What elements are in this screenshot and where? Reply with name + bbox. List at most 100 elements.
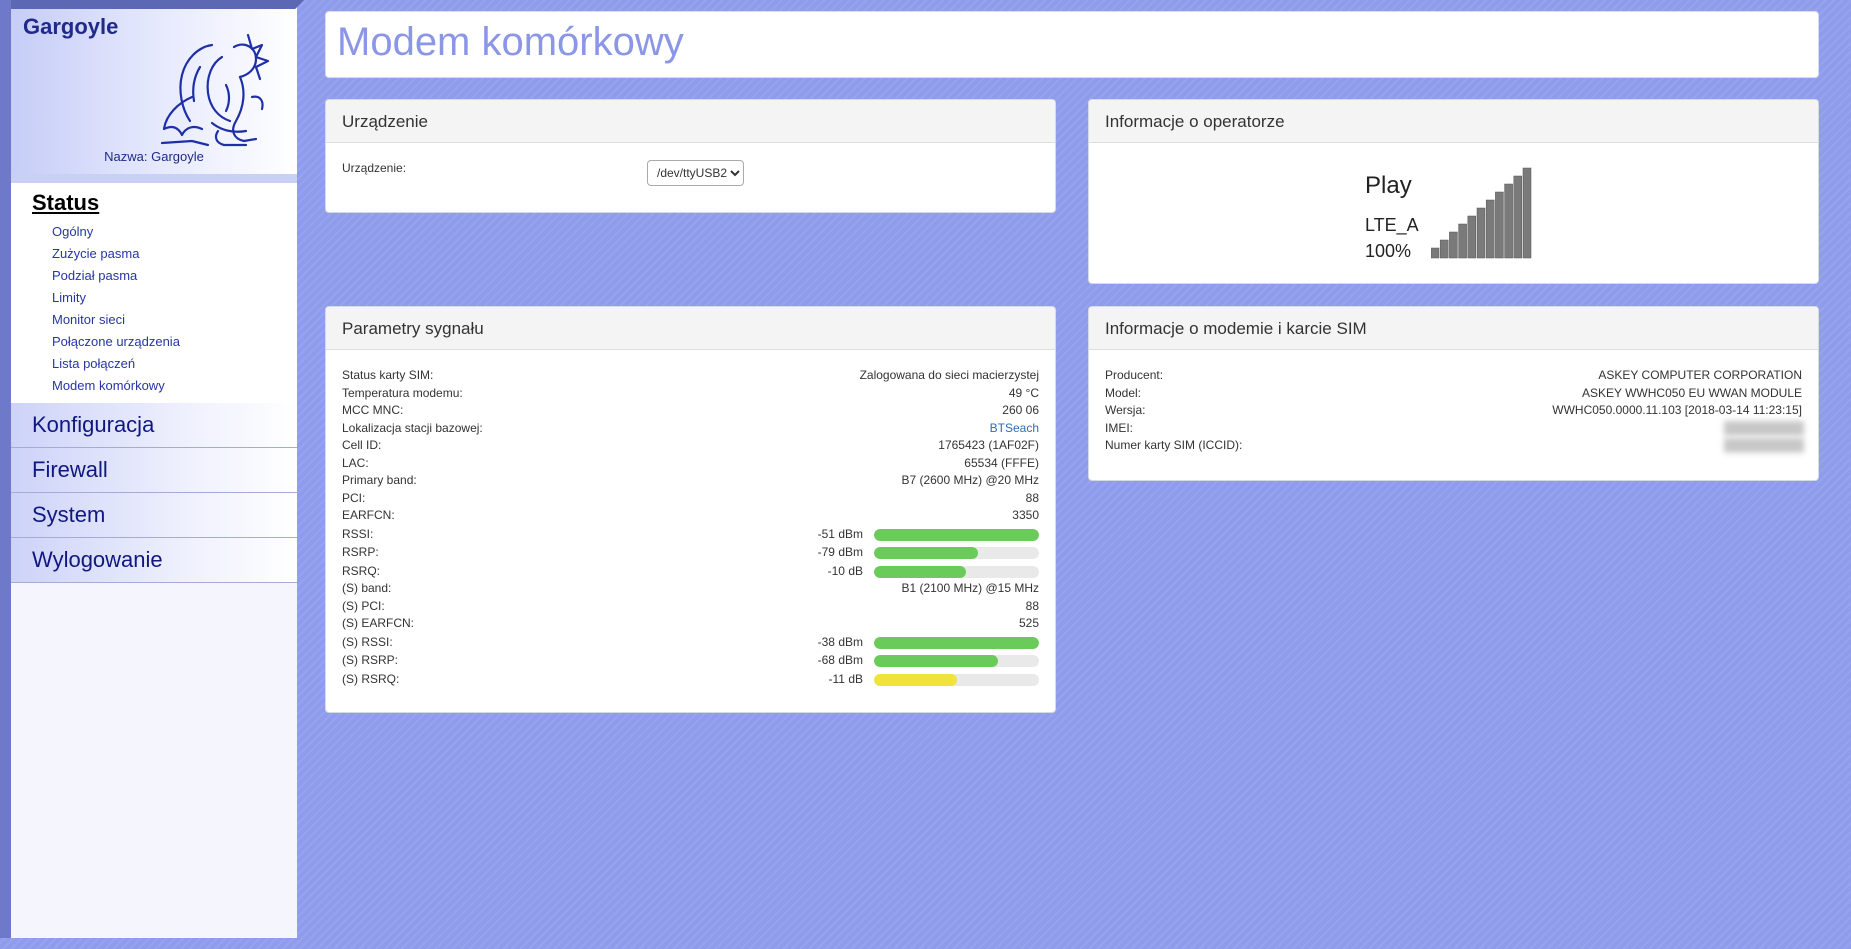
signal-row-label: LAC:	[342, 455, 369, 470]
signal-bar	[1431, 247, 1440, 259]
modem-row-imei: IMEI: ████████████	[1105, 420, 1804, 438]
signal-row-value: B1 (2100 MHz) @15 MHz	[901, 581, 1039, 595]
signal-row-value: 260 06	[1002, 403, 1039, 417]
signal-row-value: B7 (2600 MHz) @20 MHz	[901, 473, 1039, 487]
redacted-value: ████████████	[1723, 438, 1804, 452]
signal-bar	[1476, 207, 1486, 259]
signal-row-s-earfcn: (S) EARFCN: 525	[342, 615, 1039, 633]
menu-item-system[interactable]: System	[11, 493, 297, 538]
signal-row-label: Primary band:	[342, 473, 417, 487]
redacted-value: ████████████	[1723, 420, 1804, 435]
signal-row-s-rsrq: (S) RSRQ: -11 dB	[342, 670, 1039, 689]
signal-bar	[1458, 223, 1467, 259]
submenu-item-modem-komorkowy[interactable]: Modem komórkowy	[52, 375, 180, 397]
modem-row-numer-karty-sim-iccid: Numer karty SIM (ICCID): ████████████	[1105, 437, 1804, 455]
menu-item-firewall[interactable]: Firewall	[11, 448, 297, 493]
signal-row-label: MCC MNC:	[342, 403, 404, 417]
signal-row-label: (S) RSRP:	[342, 653, 399, 667]
signal-panel: Parametry sygnału Status karty SIM: Zalog…	[325, 306, 1056, 713]
modem-row-model: Model: ASKEY WWHC050 EU WWAN MODULE	[1105, 385, 1802, 403]
modem-row-wersja: Wersja: WWHC050.0000.11.103 [2018-03-14 1…	[1105, 402, 1802, 420]
menu-status-heading[interactable]: Status	[32, 190, 99, 216]
signal-row-value: 49 °C	[1008, 385, 1039, 400]
signal-row-label: RSRQ:	[342, 563, 381, 578]
bts-search-link[interactable]: BTSeach	[990, 420, 1039, 438]
signal-row-label: Status karty SIM:	[342, 368, 434, 382]
menu-item-konfiguracja[interactable]: Konfiguracja	[11, 403, 297, 448]
modem-row-label: Numer karty SIM (ICCID):	[1105, 438, 1243, 452]
page-title: Modem komórkowy	[337, 20, 684, 64]
submenu-item-ogolny[interactable]: Ogólny	[52, 221, 180, 243]
device-name-caption: Nazwa: Gargoyle	[104, 149, 204, 164]
signal-row-mcc-mnc: MCC MNC: 260 06	[342, 402, 1039, 420]
signal-bar	[1485, 199, 1495, 259]
signal-row-primary-band: Primary band: B7 (2600 MHz) @20 MHz	[342, 472, 1039, 490]
operator-panel: Informacje o operatorze Play LTE_A 100%	[1088, 99, 1819, 284]
signal-row-label: Cell ID:	[342, 438, 382, 452]
signal-row-rsrq: RSRQ: -10 dB	[342, 562, 1039, 581]
signal-level-fill	[874, 636, 1039, 649]
signal-bar	[1449, 231, 1458, 259]
signal-level-bar	[874, 565, 1039, 578]
signal-level-bar	[874, 528, 1039, 541]
status-submenu: Ogólny Zużycie pasma Podział pasma Limit…	[52, 221, 180, 397]
signal-level-fill	[874, 528, 1039, 541]
signal-row-label: (S) band:	[342, 581, 392, 595]
signal-row-earfcn: EARFCN: 3350	[342, 507, 1039, 525]
signal-level-bar	[874, 673, 1039, 686]
signal-row-value: 88	[1025, 598, 1039, 613]
signal-row-label: RSSI:	[342, 526, 374, 541]
submenu-item-zuzycie-pasma[interactable]: Zużycie pasma	[52, 243, 180, 265]
signal-level-fill	[874, 547, 978, 559]
modem-row-value: ASKEY COMPUTER CORPORATION	[1598, 368, 1802, 382]
signal-percent: 100%	[1365, 241, 1412, 261]
operator-panel-title: Informacje o operatorze	[1089, 100, 1818, 143]
submenu-item-lista-polaczen[interactable]: Lista połączeń	[52, 353, 180, 375]
submenu-item-polaczone-urzadzenia[interactable]: Połączone urządzenia	[52, 331, 180, 353]
signal-row-label: PCI:	[342, 490, 366, 505]
signal-level-bar	[874, 547, 1039, 559]
modem-info-list: Producent: ASKEY COMPUTER CORPORATION Mode…	[1105, 367, 1804, 455]
signal-row-value: Zalogowana do sieci macierzystej	[859, 368, 1039, 382]
signal-row-label: (S) PCI:	[342, 598, 385, 613]
device-label: Urządzenie:	[342, 161, 407, 175]
signal-row-value: -68 dBm	[817, 653, 863, 667]
menu-section-status: Status Ogólny Zużycie pasma Podział pasm…	[11, 183, 297, 403]
operator-name: Play	[1365, 172, 1412, 199]
sidebar-divider	[11, 174, 297, 183]
signal-strength-icon	[1431, 167, 1532, 259]
signal-row-label: (S) RSRQ:	[342, 671, 400, 686]
signal-row-value: 65534 (FFFE)	[964, 455, 1039, 470]
submenu-item-limity[interactable]: Limity	[52, 287, 180, 309]
signal-row-label: (S) RSSI:	[342, 634, 393, 649]
submenu-item-podzial-pasma[interactable]: Podział pasma	[52, 265, 180, 287]
signal-row-lac: LAC: 65534 (FFFE)	[342, 455, 1039, 473]
signal-row-pci: PCI: 88	[342, 490, 1039, 508]
modem-row-value: ASKEY WWHC050 EU WWAN MODULE	[1581, 385, 1802, 400]
modem-row-label: IMEI:	[1105, 420, 1134, 435]
sidebar: Gargoyle Nazwa: Gargoyle Status Ogólny Z…	[0, 0, 304, 938]
submenu-item-monitor-sieci[interactable]: Monitor sieci	[52, 309, 180, 331]
signal-bar	[1504, 183, 1513, 259]
modem-row-label: Model:	[1105, 385, 1142, 400]
signal-row-rssi: RSSI: -51 dBm	[342, 525, 1039, 544]
signal-row-value: -11 dB	[828, 671, 863, 686]
modem-row-label: Wersja:	[1105, 403, 1146, 417]
gargoyle-logo	[160, 33, 270, 147]
signal-level-bar	[874, 655, 1039, 667]
signal-row-label: EARFCN:	[342, 508, 395, 522]
signal-row-lokalizacja-stacji-bazowej: Lokalizacja stacji bazowej: BTSeach	[342, 420, 1039, 438]
signal-level-fill	[874, 565, 967, 578]
network-technology: LTE_A	[1365, 215, 1419, 235]
brand-area: Gargoyle Nazwa: Gargoyle	[11, 9, 297, 174]
signal-row-s-band: (S) band: B1 (2100 MHz) @15 MHz	[342, 580, 1039, 598]
menu-item-wylogowanie[interactable]: Wylogowanie	[11, 538, 297, 583]
device-select[interactable]: /dev/ttyUSB2	[647, 160, 744, 186]
signal-row-value: 1765423 (1AF02F)	[938, 438, 1039, 452]
signal-row-value: 3350	[1012, 508, 1039, 522]
signal-row-value: -10 dB	[827, 563, 863, 578]
signal-level-fill	[874, 673, 957, 686]
signal-row-label: RSRP:	[342, 545, 379, 559]
signal-bar	[1467, 215, 1477, 259]
signal-row-status-karty-sim: Status karty SIM: Zalogowana do sieci mac…	[342, 367, 1039, 385]
